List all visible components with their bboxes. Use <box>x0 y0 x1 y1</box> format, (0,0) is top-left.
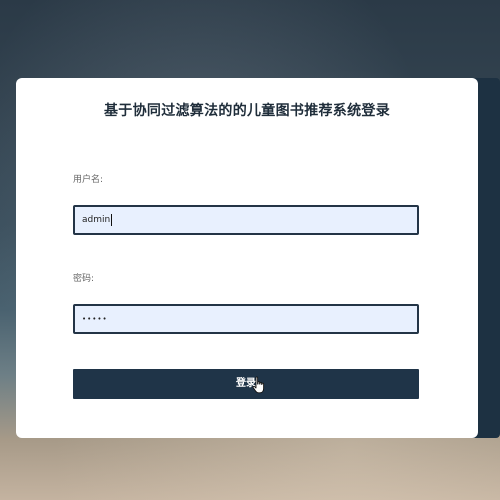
hand-pointer-icon <box>252 376 265 394</box>
password-field[interactable]: ••••• <box>73 304 419 334</box>
username-value: admin <box>82 215 111 225</box>
username-label: 用户名: <box>73 175 104 185</box>
username-value-wrapper: admin <box>82 207 113 233</box>
login-card: 基于协同过滤算法的的儿童图书推荐系统登录 用户名: admin 密码: ••••… <box>16 78 478 438</box>
text-caret <box>111 213 113 226</box>
page-title: 基于协同过滤算法的的儿童图书推荐系统登录 <box>104 103 390 119</box>
password-label: 密码: <box>73 274 95 284</box>
password-value: ••••• <box>82 315 108 323</box>
username-field[interactable]: admin <box>73 205 419 235</box>
login-button[interactable]: 登录 <box>73 369 419 399</box>
